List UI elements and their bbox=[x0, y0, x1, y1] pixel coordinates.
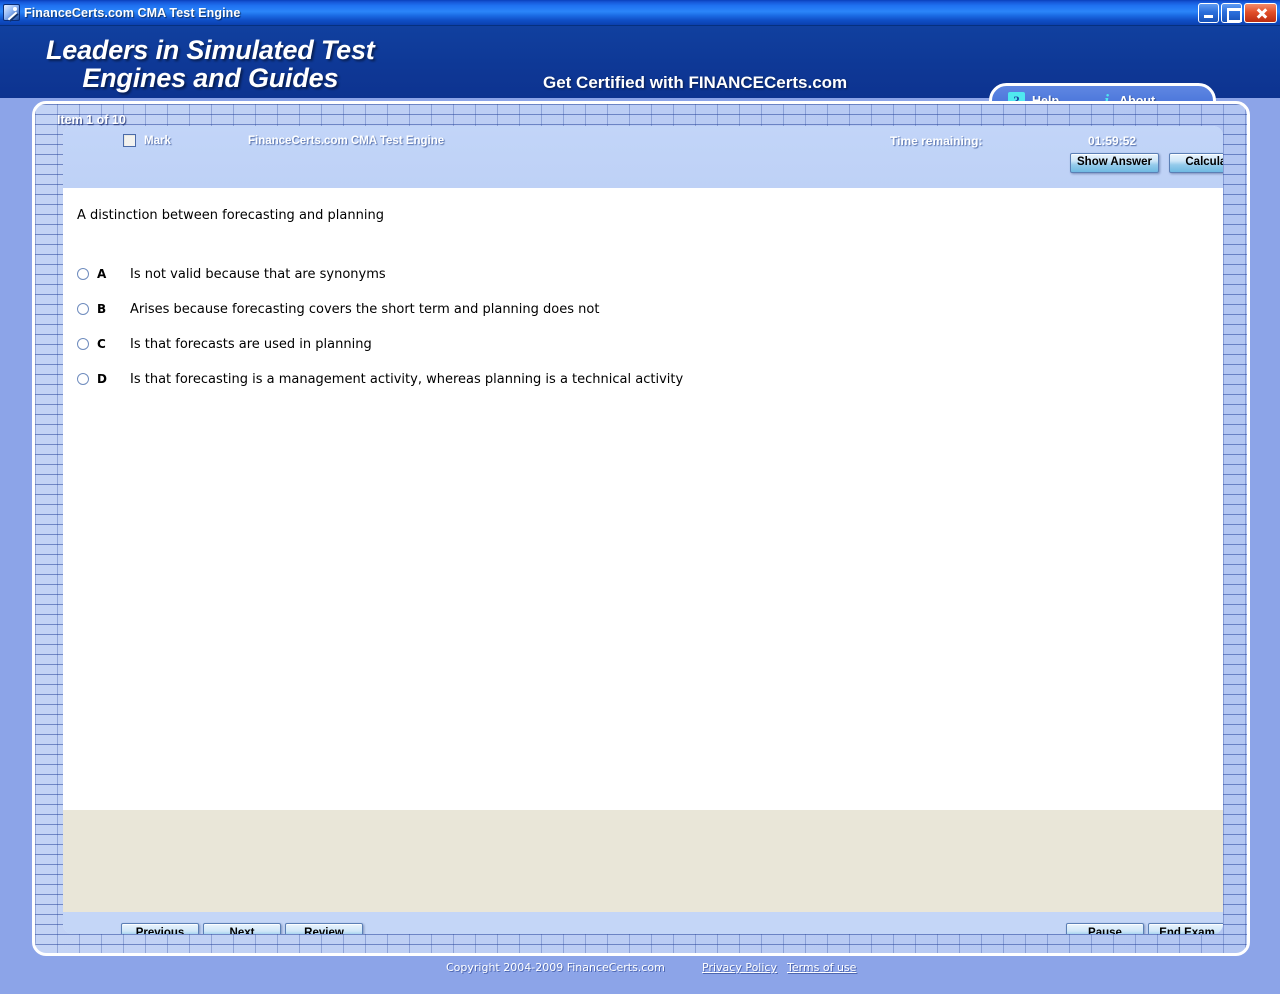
answer-option-d[interactable]: D Is that forecasting is a management ac… bbox=[77, 368, 683, 390]
time-remaining-value: 01:59:52 bbox=[1088, 134, 1137, 148]
copyright-text: Copyright 2004-2009 FinanceCerts.com bbox=[446, 961, 665, 974]
option-letter-a: A bbox=[97, 267, 107, 281]
maximize-button[interactable] bbox=[1221, 2, 1242, 23]
end-exam-button[interactable]: End Exam bbox=[1148, 923, 1223, 934]
footer-links: Privacy Policy Terms of use bbox=[702, 961, 856, 974]
option-text-a: Is not valid because that are synonyms bbox=[130, 266, 386, 282]
answer-options-list: A Is not valid because that are synonyms… bbox=[77, 263, 683, 403]
option-letter-c: C bbox=[97, 337, 106, 351]
explanation-pane bbox=[63, 810, 1223, 912]
option-text-b: Arises because forecasting covers the sh… bbox=[130, 301, 600, 317]
radio-button-b[interactable] bbox=[77, 303, 89, 315]
option-text-c: Is that forecasts are used in planning bbox=[130, 336, 372, 352]
engine-name-label: FinanceCerts.com CMA Test Engine bbox=[248, 135, 445, 147]
banner-slogan-line2: Engines and Guides bbox=[82, 63, 339, 93]
answer-option-b[interactable]: B Arises because forecasting covers the … bbox=[77, 298, 683, 320]
app-pencil-icon bbox=[3, 4, 20, 21]
banner-tagline: Get Certified with FINANCECerts.com bbox=[543, 73, 848, 92]
exam-frame: Item 1 of 10 Mark FinanceCerts.com CMA T… bbox=[32, 101, 1250, 956]
window-title: FinanceCerts.com CMA Test Engine bbox=[24, 5, 241, 20]
review-button[interactable]: Review bbox=[285, 923, 363, 934]
option-text-d: Is that forecasting is a management acti… bbox=[130, 371, 684, 387]
answer-option-c[interactable]: C Is that forecasts are used in planning bbox=[77, 333, 683, 355]
answer-option-a[interactable]: A Is not valid because that are synonyms bbox=[77, 263, 683, 285]
time-remaining-label: Time remaining: bbox=[890, 134, 983, 148]
exam-inner-panel: Mark FinanceCerts.com CMA Test Engine Ti… bbox=[63, 126, 1223, 934]
radio-button-a[interactable] bbox=[77, 268, 89, 280]
mark-checkbox[interactable] bbox=[123, 134, 136, 147]
next-button[interactable]: Next bbox=[203, 923, 281, 934]
close-icon bbox=[1245, 4, 1276, 22]
window-titlebar: FinanceCerts.com CMA Test Engine bbox=[0, 0, 1280, 26]
option-letter-b: B bbox=[97, 302, 107, 316]
privacy-policy-link[interactable]: Privacy Policy bbox=[702, 961, 777, 974]
mark-checkbox-group[interactable]: Mark bbox=[123, 134, 171, 147]
question-canvas: A distinction between forecasting and pl… bbox=[63, 188, 1223, 810]
radio-button-d[interactable] bbox=[77, 373, 89, 385]
page-footer: Copyright 2004-2009 FinanceCerts.com Pri… bbox=[0, 958, 1280, 994]
item-counter: Item 1 of 10 bbox=[57, 113, 126, 127]
question-stem: A distinction between forecasting and pl… bbox=[77, 208, 384, 223]
maximize-icon bbox=[1222, 4, 1242, 22]
navigation-bar: Previous Next Review Pause End Exam bbox=[63, 912, 1223, 934]
pause-button[interactable]: Pause bbox=[1066, 923, 1144, 934]
banner-slogan: Leaders in Simulated Test Engines and Gu… bbox=[46, 36, 375, 92]
window-controls bbox=[1198, 2, 1280, 23]
radio-button-c[interactable] bbox=[77, 338, 89, 350]
calculator-button[interactable]: Calculator bbox=[1169, 153, 1223, 173]
exam-header: Mark FinanceCerts.com CMA Test Engine Ti… bbox=[63, 126, 1223, 188]
show-answer-button[interactable]: Show Answer bbox=[1070, 153, 1159, 173]
terms-of-use-link[interactable]: Terms of use bbox=[787, 961, 856, 974]
minimize-icon bbox=[1199, 4, 1218, 22]
banner-slogan-line1: Leaders in Simulated Test bbox=[46, 35, 375, 65]
close-button[interactable] bbox=[1244, 2, 1277, 23]
mark-label: Mark bbox=[144, 134, 171, 147]
previous-button[interactable]: Previous bbox=[121, 923, 199, 934]
option-letter-d: D bbox=[97, 372, 107, 386]
minimize-button[interactable] bbox=[1198, 2, 1219, 23]
